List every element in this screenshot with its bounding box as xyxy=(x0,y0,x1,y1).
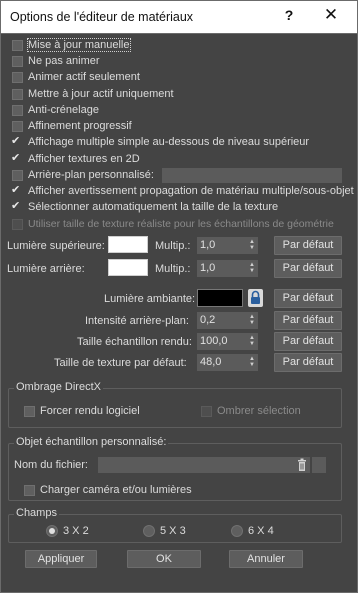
checkbox-box xyxy=(12,218,23,230)
top-light-label: Lumière supérieure: xyxy=(7,240,105,252)
checkbox-animate-active-only[interactable]: Animer actif seulement xyxy=(12,69,140,85)
checkbox-auto-texture-size[interactable]: Sélectionner automatiquement la taille d… xyxy=(11,199,279,215)
default-texture-size-spinner[interactable]: 48,0 ▲ ▼ xyxy=(197,354,258,371)
checkbox-box[interactable] xyxy=(11,151,23,165)
background-intensity-default-button[interactable]: Par défaut xyxy=(274,311,342,330)
checkbox-label: Mise à jour manuelle xyxy=(27,38,131,52)
top-light-default-button[interactable]: Par défaut xyxy=(274,236,342,255)
checkbox-box[interactable] xyxy=(11,199,23,213)
cancel-button[interactable]: Annuler xyxy=(229,550,303,568)
ambient-default-button[interactable]: Par défaut xyxy=(274,289,342,308)
checkbox-dont-animate[interactable]: Ne pas animer xyxy=(12,53,100,69)
top-light-multiplier-spinner[interactable]: 1,0 ▲ ▼ xyxy=(197,237,258,254)
spinner-arrows-icon[interactable]: ▲ ▼ xyxy=(249,356,255,368)
lock-icon[interactable] xyxy=(248,289,263,307)
checkbox-label: Animer actif seulement xyxy=(28,71,140,83)
file-name-label: Nom du fichier: xyxy=(14,459,88,471)
checkbox-box[interactable] xyxy=(12,71,23,83)
spinner-arrows-icon[interactable]: ▲ ▼ xyxy=(249,335,255,347)
checkbox-box[interactable] xyxy=(24,405,35,417)
spinner-value: 48,0 xyxy=(200,356,222,368)
checkbox-label: Anti-crénelage xyxy=(28,104,99,116)
ambient-light-color-swatch[interactable] xyxy=(197,289,243,307)
background-intensity-spinner[interactable]: 0,2 ▲ ▼ xyxy=(197,312,258,329)
checkbox-simple-multi-display[interactable]: Affichage multiple simple au-dessous de … xyxy=(11,134,310,150)
slots-option-label: 3 X 2 xyxy=(63,525,89,537)
file-name-field[interactable] xyxy=(98,457,310,473)
checkbox-box[interactable] xyxy=(12,120,23,132)
help-icon[interactable]: ? xyxy=(279,7,299,23)
checkbox-load-camera-lights[interactable]: Charger caméra et/ou lumières xyxy=(24,482,192,498)
checkbox-antialiasing[interactable]: Anti-crénelage xyxy=(12,102,99,118)
checkbox-real-world-texture-size: Utiliser taille de texture réaliste pour… xyxy=(12,216,334,232)
trash-icon[interactable] xyxy=(297,458,307,472)
custom-background-path[interactable] xyxy=(162,168,342,183)
checkbox-box xyxy=(201,405,212,417)
apply-button[interactable]: Appliquer xyxy=(25,550,97,568)
checkbox-box[interactable] xyxy=(12,169,23,181)
checkbox-label: Sélectionner automatiquement la taille d… xyxy=(28,201,279,213)
checkbox-label: Ombrer sélection xyxy=(217,405,301,417)
checkbox-label: Afficher avertissement propagation de ma… xyxy=(28,185,354,197)
checkbox-box[interactable] xyxy=(11,183,23,197)
checkbox-label: Utiliser taille de texture réaliste pour… xyxy=(28,218,334,230)
checkbox-box[interactable] xyxy=(12,104,23,116)
window-title: Options de l'éditeur de matériaux xyxy=(10,10,194,24)
sample-size-default-button[interactable]: Par défaut xyxy=(274,332,342,351)
close-icon[interactable]: ✕ xyxy=(319,5,343,25)
checkbox-label: Mettre à jour actif uniquement xyxy=(28,88,174,100)
checkbox-box[interactable] xyxy=(12,55,23,67)
back-light-color-swatch[interactable] xyxy=(108,259,148,276)
slots-option-label: 5 X 3 xyxy=(160,525,186,537)
back-light-label: Lumière arrière: xyxy=(7,263,85,275)
sample-size-label: Taille échantillon rendu: xyxy=(77,336,192,348)
spinner-value: 0,2 xyxy=(200,314,216,326)
checkbox-update-active-only[interactable]: Mettre à jour actif uniquement xyxy=(12,86,174,102)
checkbox-label: Arrière-plan personnalisé: xyxy=(28,169,154,181)
checkbox-manual-update[interactable]: Mise à jour manuelle xyxy=(12,37,131,53)
file-browse-button[interactable] xyxy=(312,457,326,473)
checkbox-box[interactable] xyxy=(12,88,23,100)
checkbox-progressive-refinement[interactable]: Affinement progressif xyxy=(12,118,132,134)
checkbox-label: Ne pas animer xyxy=(28,55,100,67)
sample-size-spinner[interactable]: 100,0 ▲ ▼ xyxy=(197,333,258,350)
slots-option-label: 6 X 4 xyxy=(248,525,274,537)
spinner-arrows-icon[interactable]: ▲ ▼ xyxy=(249,239,255,251)
background-intensity-label: Intensité arrière-plan: xyxy=(85,315,189,327)
spinner-arrows-icon[interactable]: ▲ ▼ xyxy=(249,262,255,274)
ambient-light-label: Lumière ambiante: xyxy=(104,293,196,305)
checkbox-box[interactable] xyxy=(24,484,35,496)
top-light-multiplier-label: Multip.: xyxy=(155,240,191,252)
slots-radio-6x4[interactable] xyxy=(231,525,243,537)
spinner-arrows-icon[interactable]: ▲ ▼ xyxy=(249,314,255,326)
ok-button[interactable]: OK xyxy=(127,550,201,568)
checkbox-shade-selection: Ombrer sélection xyxy=(201,403,301,419)
default-texture-size-label: Taille de texture par défaut: xyxy=(54,357,187,369)
slots-group-title: Champs xyxy=(14,507,59,519)
checkbox-box[interactable] xyxy=(11,134,23,148)
slots-radio-3x2[interactable] xyxy=(46,525,58,537)
checkbox-custom-background[interactable]: Arrière-plan personnalisé: xyxy=(12,167,154,183)
checkbox-force-software[interactable]: Forcer rendu logiciel xyxy=(24,403,140,419)
checkbox-label: Afficher textures en 2D xyxy=(28,153,140,165)
directx-group-title: Ombrage DirectX xyxy=(14,381,103,393)
spinner-value: 1,0 xyxy=(200,262,216,274)
checkbox-label: Affinement progressif xyxy=(28,120,132,132)
checkbox-label: Charger caméra et/ou lumières xyxy=(40,484,192,496)
top-light-color-swatch[interactable] xyxy=(108,236,148,253)
spinner-value: 1,0 xyxy=(200,239,216,251)
custom-sample-group-title: Objet échantillon personnalisé: xyxy=(14,436,169,448)
title-bar: Options de l'éditeur de matériaux ? ✕ xyxy=(0,0,358,34)
checkbox-show-textures-2d[interactable]: Afficher textures en 2D xyxy=(11,151,140,167)
checkbox-label: Forcer rendu logiciel xyxy=(40,405,140,417)
back-light-multiplier-spinner[interactable]: 1,0 ▲ ▼ xyxy=(197,260,258,277)
back-light-multiplier-label: Multip.: xyxy=(155,263,191,275)
checkbox-label: Affichage multiple simple au-dessous de … xyxy=(28,136,310,148)
slots-radio-5x3[interactable] xyxy=(143,525,155,537)
checkbox-box[interactable] xyxy=(12,39,23,51)
checkbox-propagation-warning[interactable]: Afficher avertissement propagation de ma… xyxy=(11,183,354,199)
default-texture-size-default-button[interactable]: Par défaut xyxy=(274,353,342,372)
spinner-value: 100,0 xyxy=(200,335,228,347)
back-light-default-button[interactable]: Par défaut xyxy=(274,259,342,278)
